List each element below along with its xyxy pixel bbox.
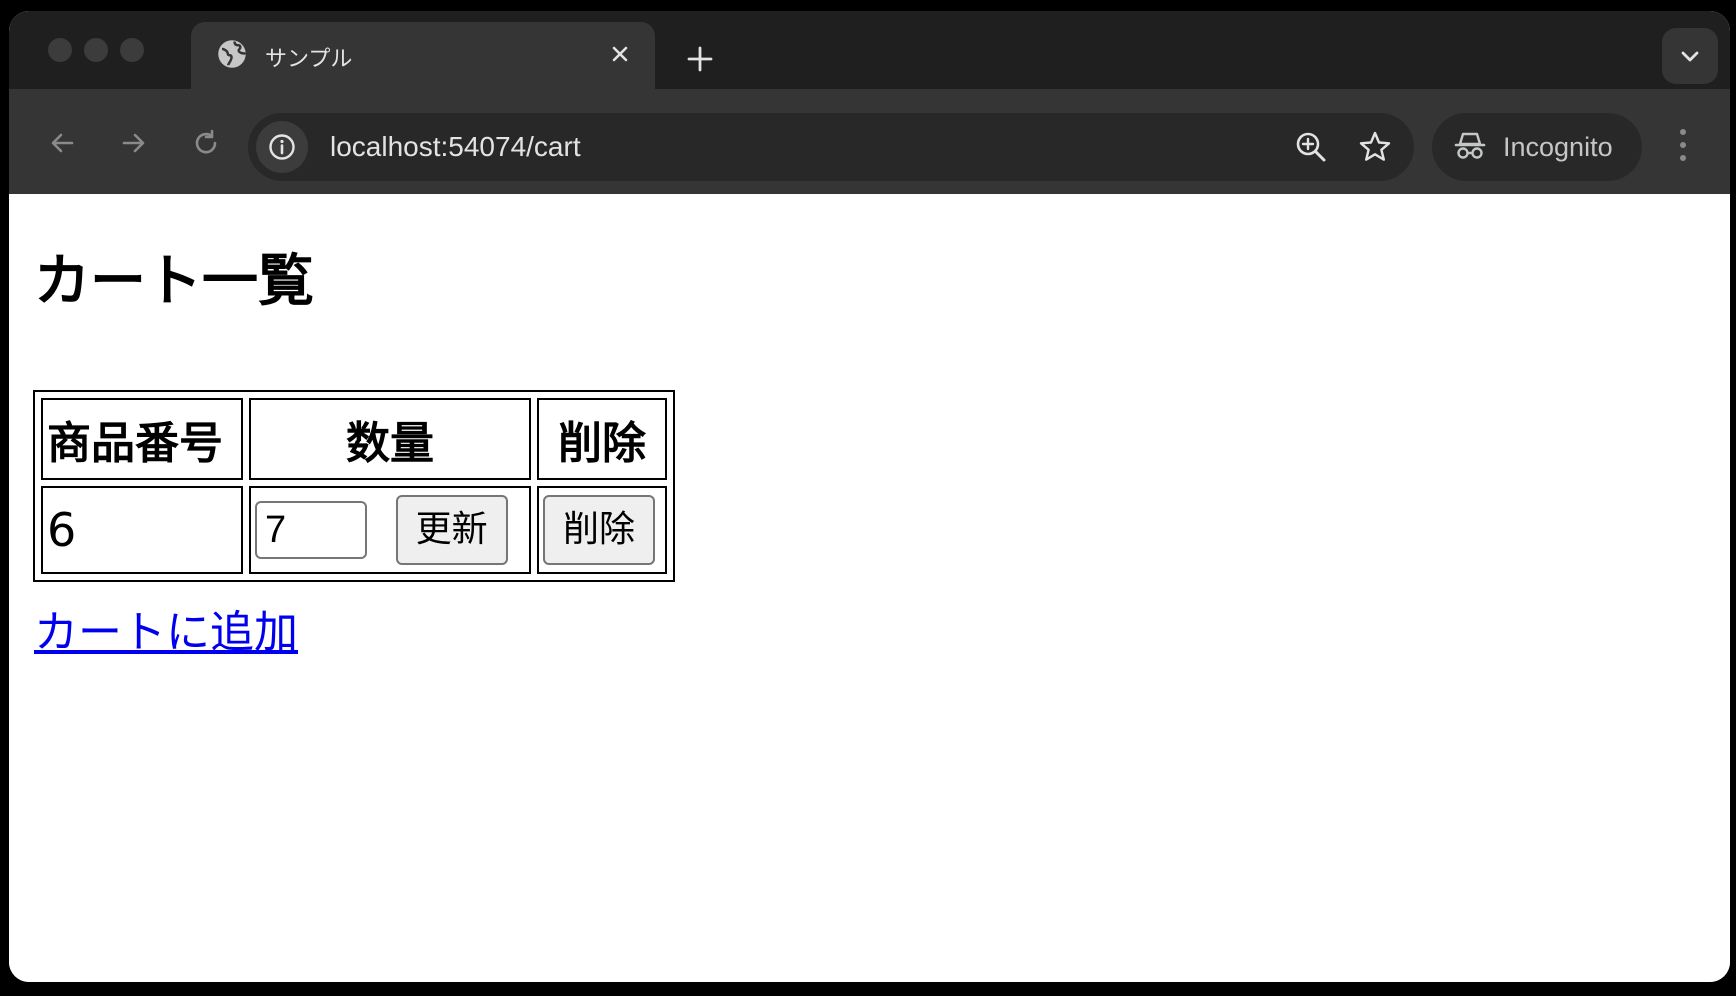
url-text: localhost:54074/cart [330, 131, 581, 162]
back-button[interactable] [32, 113, 90, 171]
cart-table: 商品番号 数量 削除 6 更新 削除 [33, 390, 675, 582]
table-header-row: 商品番号 数量 削除 [41, 398, 667, 480]
header-quantity: 数量 [249, 398, 531, 480]
close-icon[interactable] [607, 41, 633, 67]
browser-tab[interactable]: サンプル [191, 22, 655, 89]
window-maximize-dot[interactable] [120, 38, 144, 62]
browser-window: サンプル localhost:54074/cart Incognito カート一… [9, 11, 1730, 982]
incognito-profile-button[interactable]: Incognito [1432, 113, 1642, 181]
new-tab-icon[interactable] [686, 45, 714, 73]
incognito-label: Incognito [1503, 132, 1613, 162]
info-icon [269, 134, 295, 160]
tab-title: サンプル [265, 47, 353, 72]
update-button[interactable]: 更新 [395, 495, 508, 565]
reload-button[interactable] [176, 113, 234, 171]
window-close-dot[interactable] [48, 38, 72, 62]
more-vert-icon[interactable] [1677, 127, 1689, 163]
reload-icon [195, 129, 217, 154]
arrow-right-icon [122, 133, 145, 153]
add-to-cart-link[interactable]: カートに追加 [34, 596, 298, 660]
chevron-down-icon [1681, 51, 1699, 62]
header-product-id: 商品番号 [41, 398, 243, 480]
browser-toolbar: localhost:54074/cart Incognito [9, 89, 1730, 194]
forward-button[interactable] [104, 113, 162, 171]
star-icon[interactable] [1357, 129, 1393, 165]
window-minimize-dot[interactable] [84, 38, 108, 62]
tab-search-button[interactable] [1662, 28, 1718, 84]
site-info-button[interactable] [256, 121, 308, 173]
product-id-cell: 6 [41, 486, 243, 574]
address-bar[interactable]: localhost:54074/cart [248, 113, 1414, 181]
page-title: カート一覧 [34, 249, 314, 314]
arrow-left-icon [51, 133, 74, 153]
globe-icon [218, 40, 247, 68]
zoom-icon[interactable] [1293, 129, 1329, 165]
incognito-icon [1454, 132, 1486, 159]
header-delete: 削除 [537, 398, 667, 480]
quantity-input[interactable] [255, 501, 367, 559]
table-row: 6 更新 削除 [41, 486, 667, 574]
quantity-cell: 更新 [249, 486, 531, 574]
tab-strip: サンプル [9, 11, 1730, 89]
page-content: カート一覧 商品番号 数量 削除 6 更新 削除 [9, 194, 1730, 982]
delete-button[interactable]: 削除 [543, 495, 656, 565]
delete-cell: 削除 [537, 486, 667, 574]
